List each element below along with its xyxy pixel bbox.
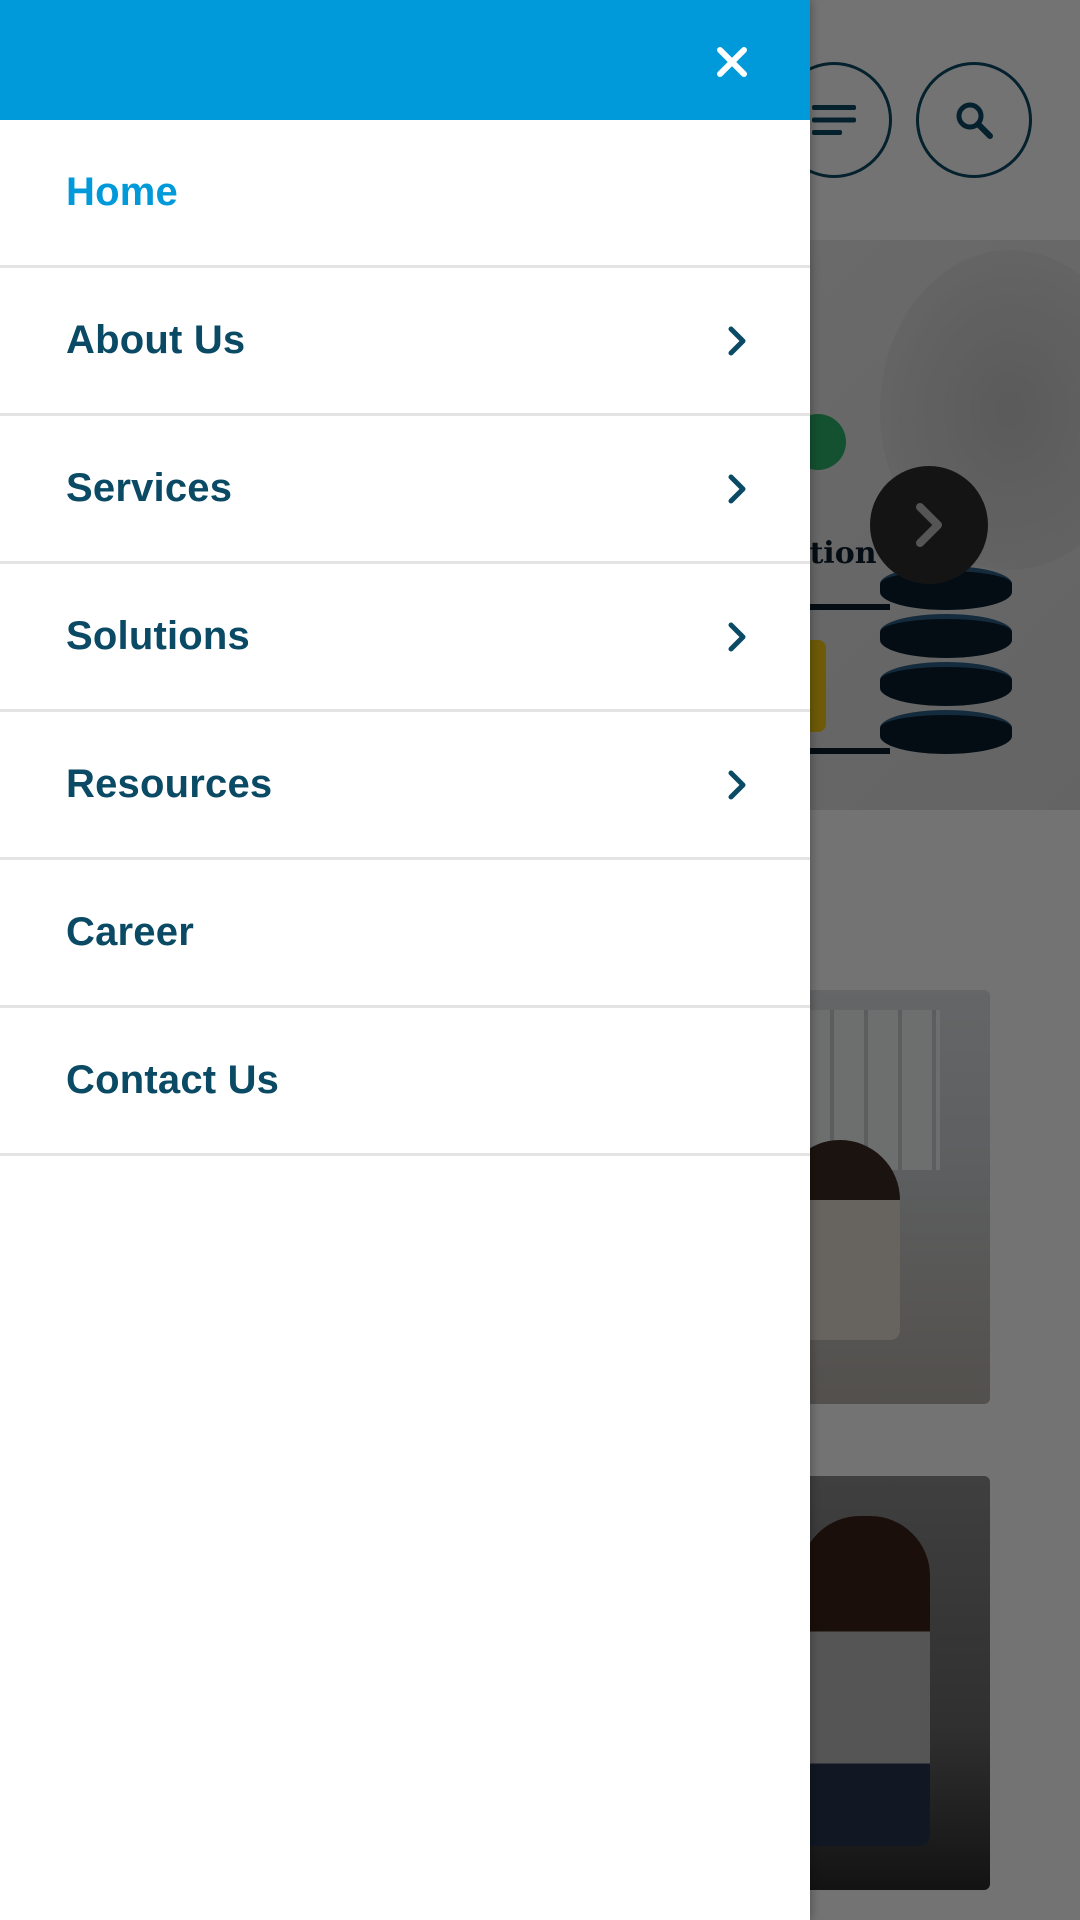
nav-item-label: Solutions [66, 614, 251, 658]
close-button[interactable] [700, 30, 764, 94]
navigation-drawer: Home About Us Services Solutions Resourc… [0, 0, 810, 1920]
chevron-right-icon[interactable] [722, 469, 752, 509]
nav-item-career[interactable]: Career [0, 860, 810, 1008]
app-screen: ation [0, 0, 1080, 1920]
close-icon [717, 47, 747, 77]
nav-item-label: Services [66, 466, 233, 510]
nav-item-services[interactable]: Services [0, 416, 810, 564]
nav-item-contact-us[interactable]: Contact Us [0, 1008, 810, 1156]
nav-item-label: Contact Us [66, 1058, 280, 1102]
nav-item-label: About Us [66, 318, 246, 362]
nav-item-label: Resources [66, 762, 273, 806]
nav-item-resources[interactable]: Resources [0, 712, 810, 860]
nav-item-label: Home [66, 170, 178, 214]
chevron-right-icon[interactable] [722, 321, 752, 361]
nav-menu: Home About Us Services Solutions Resourc… [0, 120, 810, 1156]
chevron-right-icon[interactable] [722, 617, 752, 657]
nav-item-about-us[interactable]: About Us [0, 268, 810, 416]
nav-item-home[interactable]: Home [0, 120, 810, 268]
nav-item-solutions[interactable]: Solutions [0, 564, 810, 712]
chevron-right-icon[interactable] [722, 765, 752, 805]
nav-item-label: Career [66, 910, 194, 954]
drawer-header [0, 0, 810, 120]
